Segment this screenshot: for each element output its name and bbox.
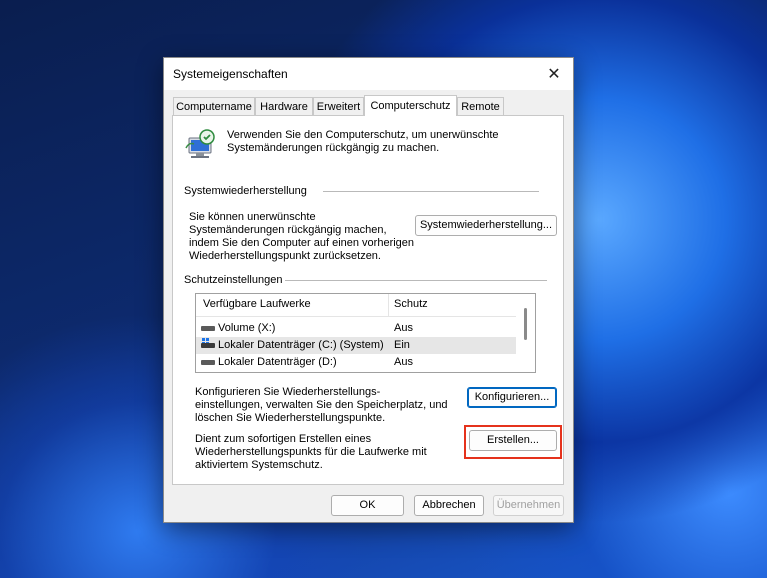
column-header-drives[interactable]: Verfügbare Laufwerke xyxy=(203,298,311,310)
titlebar[interactable]: Systemeigenschaften ✕ xyxy=(164,58,573,90)
drive-protection-status: Ein xyxy=(394,339,410,351)
restore-heading: Systemwiederherstellung xyxy=(184,185,307,197)
create-desc-line3: aktiviertem Systemschutz. xyxy=(195,459,323,471)
computer-protection-icon xyxy=(185,129,215,158)
restore-desc-line1: Sie können unerwünschte xyxy=(189,211,316,223)
drives-list[interactable]: Verfügbare Laufwerke Schutz Volume (X:) … xyxy=(195,293,536,373)
drives-list-scrollbar[interactable] xyxy=(517,294,534,372)
intro-text-line2: Systemänderungen rückgängig zu machen. xyxy=(227,142,440,154)
column-header-protection[interactable]: Schutz xyxy=(394,298,428,310)
tab-computername[interactable]: Computername xyxy=(173,97,255,115)
drives-list-header: Verfügbare Laufwerke Schutz xyxy=(196,294,516,317)
close-icon: ✕ xyxy=(547,66,561,83)
restore-desc-line3: indem Sie den Computer auf einen vorheri… xyxy=(189,237,415,249)
table-row[interactable]: Volume (X:) Aus xyxy=(196,320,516,337)
table-row[interactable]: Lokaler Datenträger (D:) Aus xyxy=(196,354,516,371)
drive-protection-status: Aus xyxy=(394,356,413,368)
window-title: Systemeigenschaften xyxy=(173,67,288,81)
configure-desc-line3: löschen Sie Wiederherstellungspunkte. xyxy=(195,412,386,424)
configure-button[interactable]: Konfigurieren... xyxy=(467,387,557,408)
tab-hardware[interactable]: Hardware xyxy=(255,97,313,115)
system-properties-dialog: Systemeigenschaften ✕ Computername Hardw… xyxy=(163,57,574,523)
drive-name: Volume (X:) xyxy=(218,322,276,334)
tab-erweitert[interactable]: Erweitert xyxy=(313,97,364,115)
system-restore-button[interactable]: Systemwiederherstellung... xyxy=(415,215,557,236)
drive-icon xyxy=(201,343,215,348)
restore-desc-line4: Wiederherstellungspunkt zurücksetzen. xyxy=(189,250,381,262)
intro-text-line1: Verwenden Sie den Computerschutz, um une… xyxy=(227,129,499,141)
configure-desc-line2: einstellungen, verwalten Sie den Speiche… xyxy=(195,399,448,411)
configure-desc-line1: Konfigurieren Sie Wiederherstellungs- xyxy=(195,386,381,398)
drive-name: Lokaler Datenträger (C:) (System) xyxy=(218,339,384,351)
restore-group-divider xyxy=(323,191,539,192)
apply-button[interactable]: Übernehmen xyxy=(493,495,564,516)
column-separator xyxy=(388,294,389,316)
cancel-button[interactable]: Abbrechen xyxy=(414,495,484,516)
scrollbar-thumb[interactable] xyxy=(524,308,527,340)
computerschutz-panel: Verwenden Sie den Computerschutz, um une… xyxy=(172,115,564,485)
table-row[interactable]: Lokaler Datenträger (C:) (System) Ein xyxy=(196,337,516,354)
ok-button[interactable]: OK xyxy=(331,495,404,516)
create-desc-line1: Dient zum sofortigen Erstellen eines xyxy=(195,433,372,445)
restore-desc-line2: Systemänderungen rückgängig machen, xyxy=(189,224,387,236)
drive-icon xyxy=(201,360,215,365)
create-desc-line2: Wiederherstellungspunkts für die Laufwer… xyxy=(195,446,427,458)
close-button[interactable]: ✕ xyxy=(541,62,567,86)
create-button[interactable]: Erstellen... xyxy=(469,430,557,451)
protection-group-divider xyxy=(285,280,547,281)
tab-computerschutz[interactable]: Computerschutz xyxy=(364,95,457,116)
drive-protection-status: Aus xyxy=(394,322,413,334)
drive-name: Lokaler Datenträger (D:) xyxy=(218,356,337,368)
drive-icon xyxy=(201,326,215,331)
tab-remote[interactable]: Remote xyxy=(457,97,504,115)
protection-heading: Schutzeinstellungen xyxy=(184,274,283,286)
